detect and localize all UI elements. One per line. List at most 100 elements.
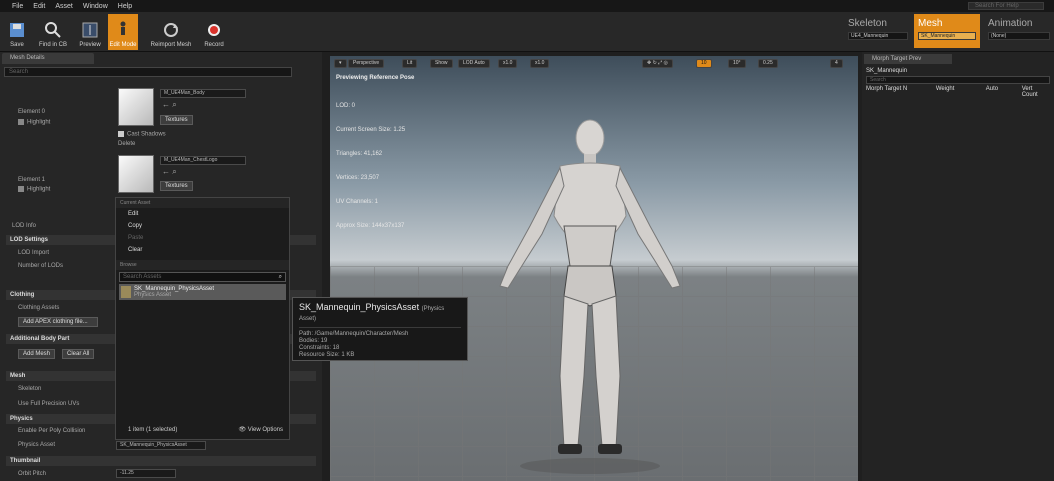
view-options-label: View Options (247, 427, 283, 433)
asset-search-input[interactable]: Search Assets ⌕ (119, 272, 286, 282)
element1-highlight[interactable]: Highlight (18, 186, 50, 193)
tab-animation[interactable]: Animation (None) (984, 14, 1054, 48)
menu-item-clear[interactable]: Clear (116, 244, 289, 256)
camera-speed-button[interactable]: 4 (830, 59, 843, 68)
morph-search-input[interactable]: Search (866, 76, 1050, 84)
morph-target-panel: Morph Target Prev SK_Mannequin Search Mo… (862, 52, 1054, 481)
grid-snap-button[interactable]: 10 (696, 59, 712, 68)
material-thumbnail[interactable] (118, 88, 154, 126)
edit-mode-button[interactable]: Edit Mode (108, 14, 138, 50)
tab-mesh[interactable]: Mesh SK_Mannequin (914, 14, 980, 48)
physics-asset-dropdown[interactable]: SK_Mannequin_PhysicsAsset (116, 441, 206, 450)
help-search-input[interactable]: Search For Help (968, 2, 1044, 10)
animation-label: Animation (988, 18, 1033, 29)
arrow-left-icon[interactable]: ← ⌕ (162, 167, 177, 177)
edit-mode-label: Edit Mode (109, 42, 137, 48)
browse-header: Browse (116, 260, 289, 270)
lod-import-label: LOD Import (18, 250, 50, 256)
mannequin-model[interactable] (460, 116, 720, 481)
clear-all-button[interactable]: Clear All (62, 349, 95, 359)
perspective-button[interactable]: Perspective (348, 59, 385, 68)
lod-info-label[interactable]: LOD Info (12, 223, 36, 229)
view-options-button[interactable]: 👁 View Options (238, 426, 283, 433)
find-in-cb-button[interactable]: Find in CB (34, 14, 72, 50)
preview-label: Preview (79, 42, 101, 48)
menu-edit[interactable]: Edit (33, 3, 45, 10)
scale-snap-button[interactable]: 0.25 (758, 59, 778, 68)
orbit-pitch-input[interactable]: -11.25 (116, 469, 176, 478)
material-thumbnail[interactable] (118, 155, 154, 193)
cast-shadows-checkbox[interactable]: Cast Shadows (118, 131, 166, 138)
stat-approx-size: Approx Size: 144x37x137 (336, 223, 405, 229)
tooltip-path: Path: /Game/Mannequin/Character/Mesh (299, 331, 409, 337)
mode-tabs: Skeleton UE4_Mannequin Mesh SK_Mannequin… (844, 14, 1054, 48)
menu-window[interactable]: Window (83, 3, 108, 10)
tooltip-constraints: Constraints: 18 (299, 345, 340, 351)
reimport-mesh-button[interactable]: Reimport Mesh (144, 14, 198, 50)
speed-button[interactable]: x1.0 (498, 59, 518, 68)
item-count: 1 item (1 selected) (128, 427, 178, 433)
mesh-label: Mesh (918, 18, 943, 29)
stat-vertices: Vertices: 23,507 (336, 175, 380, 181)
stat-screen-size: Current Screen Size: 1.25 (336, 127, 406, 133)
viewport[interactable]: ▾ Perspective Lit Show LOD Auto x1.0 x1.… (330, 56, 858, 481)
stat-uv-channels: UV Channels: 1 (336, 199, 379, 205)
menu-item-paste[interactable]: Paste (116, 232, 289, 244)
textures-button[interactable]: Textures (160, 115, 193, 125)
skeleton-row-label: Skeleton (18, 386, 42, 392)
save-button[interactable]: Save (4, 14, 30, 50)
playback-speed-button[interactable]: x1.0 (530, 59, 550, 68)
menu-item-copy[interactable]: Copy (116, 220, 289, 232)
checkbox-icon (18, 186, 24, 192)
transform-tools[interactable]: ✥ ↻ ⤢ ◎ (642, 59, 673, 68)
physics-asset-icon (121, 286, 131, 298)
tab-skeleton[interactable]: Skeleton UE4_Mannequin (844, 14, 912, 48)
menu-asset[interactable]: Asset (55, 3, 73, 10)
edit-mode-icon (114, 21, 132, 39)
tooltip-bodies: Bodies: 19 (299, 338, 328, 344)
full-precision-label: Use Full Precision UVs (18, 401, 80, 407)
element0-highlight[interactable]: Highlight (18, 119, 50, 126)
material-dropdown[interactable]: M_UE4Man_Body (160, 89, 246, 98)
asset-search-placeholder: Search Assets (123, 274, 162, 280)
tab-morph-target-preview[interactable]: Morph Target Prev (864, 54, 952, 64)
tooltip-title: SK_Mannequin_PhysicsAsset (299, 302, 420, 312)
record-button[interactable]: Record (200, 14, 228, 50)
asset-list-item[interactable]: SK_Mannequin_PhysicsAsset Physics Asset (119, 284, 286, 300)
record-label: Record (204, 42, 224, 48)
magnifier-icon (44, 21, 62, 39)
details-search-input[interactable]: Search (4, 67, 292, 77)
record-icon (205, 21, 223, 39)
orbit-pitch-label: Orbit Pitch (18, 471, 47, 477)
viewport-menu-button[interactable]: ▾ (334, 59, 347, 68)
textures-button[interactable]: Textures (160, 181, 193, 191)
stat-triangles: Triangles: 41,162 (336, 151, 383, 157)
arrow-left-icon[interactable]: ← ⌕ (162, 100, 177, 110)
morph-table-header: Morph Target N Weight Auto Vert Count (866, 86, 1050, 98)
col-vert-count[interactable]: Vert Count (1022, 86, 1050, 98)
tab-mesh-details[interactable]: Mesh Details (2, 53, 94, 64)
preview-button[interactable]: Preview (76, 14, 104, 50)
add-apex-button[interactable]: Add APEX clothing file... (18, 317, 98, 327)
col-morph-target[interactable]: Morph Target N (866, 86, 936, 98)
thumbnail-header[interactable]: Thumbnail (6, 456, 316, 466)
delete-button[interactable]: Delete (118, 141, 135, 147)
menu-help[interactable]: Help (118, 3, 132, 10)
animation-value: (None) (988, 32, 1050, 40)
col-weight[interactable]: Weight (936, 86, 986, 98)
menu-file[interactable]: File (12, 3, 23, 10)
checkbox-icon (18, 119, 24, 125)
menu-item-edit[interactable]: Edit (116, 208, 289, 220)
highlight-text: Highlight (27, 119, 51, 126)
show-button[interactable]: Show (430, 59, 453, 68)
lit-button[interactable]: Lit (402, 59, 418, 68)
per-poly-label: Enable Per Poly Collision (18, 428, 86, 434)
clothing-assets-label: Clothing Assets (18, 305, 60, 311)
add-mesh-button[interactable]: Add Mesh (18, 349, 56, 359)
reimport-label: Reimport Mesh (150, 42, 192, 48)
rotation-snap-button[interactable]: 10° (728, 59, 746, 68)
material-dropdown[interactable]: M_UE4Man_ChestLogo (160, 156, 246, 165)
lod-button[interactable]: LOD Auto (458, 59, 490, 68)
col-auto[interactable]: Auto (986, 86, 1022, 98)
asset-tooltip: SK_Mannequin_PhysicsAsset (Physics Asset… (292, 297, 468, 361)
